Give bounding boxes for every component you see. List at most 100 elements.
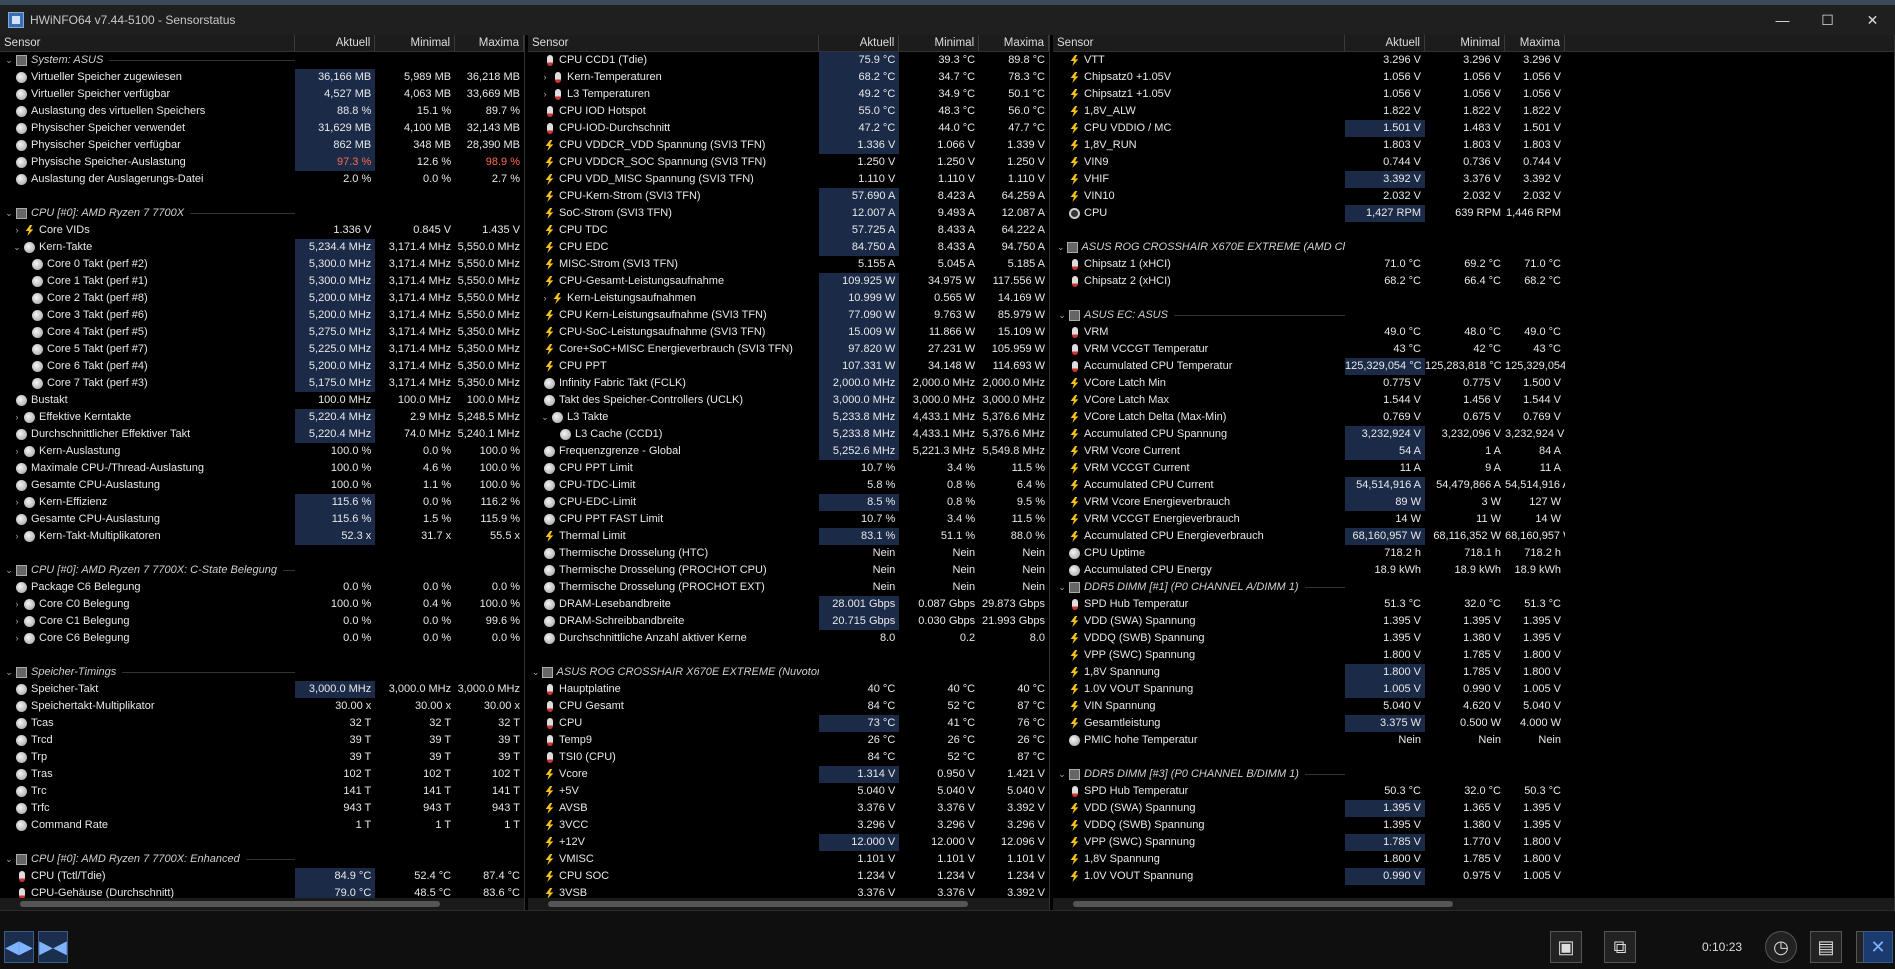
- sensor-row[interactable]: VMISC 1.101 V 1.101 V 1.101 V: [528, 851, 1049, 868]
- sensor-row[interactable]: Infinity Fabric Takt (FCLK) 2,000.0 MHz 2,…: [528, 375, 1049, 392]
- sensor-row[interactable]: 1,8V_RUN 1.803 V 1.803 V 1.803 V: [1053, 137, 1894, 154]
- collapse-toggle[interactable]: ⌄: [1057, 239, 1065, 256]
- sensor-row[interactable]: Core 0 Takt (perf #2) 5,300.0 MHz 3,171.4 …: [0, 256, 524, 273]
- column-sensor[interactable]: Sensor: [0, 35, 296, 51]
- close-icon[interactable]: ✕: [1863, 931, 1893, 963]
- sensor-row[interactable]: Durchschnittliche Anzahl aktiver Kerne 8.…: [528, 630, 1049, 647]
- sensor-group[interactable]: ⌄ ASUS ROG CROSSHAIR X670E EXTREME (AMD C…: [1053, 239, 1894, 256]
- column-max[interactable]: Maxima: [455, 35, 524, 51]
- sensor-row[interactable]: › Kern-Takt-Multiplikatoren 52.3 x 31.7 x 55…: [0, 528, 524, 545]
- expand-toggle[interactable]: ⌄: [12, 239, 22, 256]
- sensor-row[interactable]: Accumulated CPU Spannung 3,232,924 V 3,232…: [1053, 426, 1894, 443]
- sensor-row[interactable]: PMIC hohe Temperatur Nein Nein Nein: [1053, 732, 1894, 749]
- sensor-pane-3[interactable]: Sensor Aktuell Minimal Maxima VTT 3.296 V…: [1053, 35, 1895, 910]
- sensor-row[interactable]: CPU-Kern-Strom (SVI3 TFN) 57.690 A 8.423 A…: [528, 188, 1049, 205]
- expand-toggle[interactable]: ›: [12, 596, 22, 613]
- sensor-row[interactable]: VCore Latch Min 0.775 V 0.775 V 1.500 V: [1053, 375, 1894, 392]
- sensor-group[interactable]: ⌄ System: ASUS: [0, 52, 524, 69]
- sensor-row[interactable]: AVSB 3.376 V 3.376 V 3.392 V: [528, 800, 1049, 817]
- column-sensor[interactable]: Sensor: [1053, 35, 1345, 51]
- sensor-row[interactable]: VIN Spannung 5.040 V 4.620 V 5.040 V: [1053, 698, 1894, 715]
- column-current[interactable]: Aktuell: [295, 35, 376, 51]
- sensor-row[interactable]: › Core C1 Belegung 0.0 % 0.0 % 99.6 %: [0, 613, 524, 630]
- sensor-row[interactable]: Thermal Limit 83.1 % 51.1 % 88.0 %: [528, 528, 1049, 545]
- sensor-row[interactable]: VPP (SWC) Spannung 1.800 V 1.785 V 1.800 V: [1053, 647, 1894, 664]
- collapse-toggle[interactable]: ⌄: [4, 562, 14, 579]
- expand-toggle[interactable]: ›: [12, 409, 22, 426]
- sensor-row[interactable]: VTT 3.296 V 3.296 V 3.296 V: [1053, 52, 1894, 69]
- sensor-row[interactable]: VIN9 0.744 V 0.736 V 0.744 V: [1053, 154, 1894, 171]
- sensor-row[interactable]: 1.0V VOUT Spannung 0.990 V 0.975 V 1.005 V: [1053, 868, 1894, 885]
- sensor-row[interactable]: Auslastung der Auslagerungs-Datei 2.0 % 0.…: [0, 171, 524, 188]
- sensor-row[interactable]: VHIF 3.392 V 3.376 V 3.392 V: [1053, 171, 1894, 188]
- sensor-group[interactable]: ⌄ DDR5 DIMM [#1] (P0 CHANNEL A/DIMM 1): [1053, 579, 1894, 596]
- expand-toggle[interactable]: ›: [540, 69, 550, 86]
- sensor-row[interactable]: VDDQ (SWB) Spannung 1.395 V 1.380 V 1.395 V: [1053, 630, 1894, 647]
- sensor-row[interactable]: VDD (SWA) Spannung 1.395 V 1.365 V 1.395 V: [1053, 800, 1894, 817]
- sensor-row[interactable]: ⌄ L3 Takte 5,233.8 MHz 4,433.1 MHz 5,376.6 M…: [528, 409, 1049, 426]
- sensor-row[interactable]: Gesamte CPU-Auslastung 100.0 % 1.1 % 100.0 …: [0, 477, 524, 494]
- sensor-group[interactable]: ⌄ CPU [#0]: AMD Ryzen 7 7700X: Enhanced: [0, 851, 524, 868]
- sensor-row[interactable]: CPU EDC 84.750 A 8.433 A 94.750 A: [528, 239, 1049, 256]
- sensor-row[interactable]: CPU VDD_MISC Spannung (SVI3 TFN) 1.110 V 1…: [528, 171, 1049, 188]
- expand-toggle[interactable]: ›: [12, 494, 22, 511]
- sensor-row[interactable]: Takt des Speicher-Controllers (UCLK) 3,00…: [528, 392, 1049, 409]
- sensor-row[interactable]: Virtueller Speicher zugewiesen 36,166 MB 5…: [0, 69, 524, 86]
- sensor-row[interactable]: CPU PPT 107.331 W 34.148 W 114.693 W: [528, 358, 1049, 375]
- sensor-row[interactable]: Temp9 26 °C 26 °C 26 °C: [528, 732, 1049, 749]
- sensor-row[interactable]: VRM Vcore Current 54 A 1 A 84 A: [1053, 443, 1894, 460]
- sensor-row[interactable]: CPU PPT Limit 10.7 % 3.4 % 11.5 %: [528, 460, 1049, 477]
- report-icon[interactable]: ▤: [1810, 931, 1842, 963]
- expand-toggle[interactable]: ›: [12, 613, 22, 630]
- sensor-row[interactable]: Command Rate 1 T 1 T 1 T: [0, 817, 524, 834]
- sensor-row[interactable]: Core 6 Takt (perf #4) 5,200.0 MHz 3,171.4 …: [0, 358, 524, 375]
- sensor-row[interactable]: VRM Vcore Energieverbrauch 89 W 3 W 127 W: [1053, 494, 1894, 511]
- sensor-pane-1[interactable]: Sensor Aktuell Minimal Maxima ⌄ System: A…: [0, 35, 525, 910]
- sensor-row[interactable]: DRAM-Schreibbandbreite 20.715 Gbps 0.030 G…: [528, 613, 1049, 630]
- column-current[interactable]: Aktuell: [819, 35, 900, 51]
- sensor-row[interactable]: Frequenzgrenze - Global 5,252.6 MHz 5,221.…: [528, 443, 1049, 460]
- sensor-row[interactable]: Chipsatz0 +1.05V 1.056 V 1.056 V 1.056 V: [1053, 69, 1894, 86]
- sensor-row[interactable]: Accumulated CPU Temperatur 125,329,054 °C…: [1053, 358, 1894, 375]
- expand-toggle[interactable]: ⌄: [540, 409, 550, 426]
- sensor-row[interactable]: CPU VDDCR_SOC Spannung (SVI3 TFN) 1.250 V…: [528, 154, 1049, 171]
- sensor-row[interactable]: Vcore 1.314 V 0.950 V 1.421 V: [528, 766, 1049, 783]
- column-min[interactable]: Minimal: [899, 35, 980, 51]
- sensor-row[interactable]: SPD Hub Temperatur 50.3 °C 32.0 °C 50.3 °C: [1053, 783, 1894, 800]
- sensor-row[interactable]: 3VCC 3.296 V 3.296 V 3.296 V: [528, 817, 1049, 834]
- sensor-row[interactable]: CPU 73 °C 41 °C 76 °C: [528, 715, 1049, 732]
- sensor-row[interactable]: Speichertakt-Multiplikator 30.00 x 30.00 x…: [0, 698, 524, 715]
- sensor-row[interactable]: Core 1 Takt (perf #1) 5,300.0 MHz 3,171.4 …: [0, 273, 524, 290]
- clock-icon[interactable]: ◷: [1765, 931, 1797, 963]
- expand-toggle[interactable]: ›: [12, 630, 22, 647]
- sensor-row[interactable]: CPU Gesamt 84 °C 52 °C 87 °C: [528, 698, 1049, 715]
- sensor-row[interactable]: VRM VCCGT Temperatur 43 °C 42 °C 43 °C: [1053, 341, 1894, 358]
- expand-toggle[interactable]: ›: [12, 528, 22, 545]
- sensor-row[interactable]: › L3 Temperaturen 49.2 °C 34.9 °C 50.1 °C: [528, 86, 1049, 103]
- sensor-row[interactable]: VRM 49.0 °C 48.0 °C 49.0 °C: [1053, 324, 1894, 341]
- sensor-group[interactable]: ⌄ CPU [#0]: AMD Ryzen 7 7700X: C-State Be…: [0, 562, 524, 579]
- sensor-row[interactable]: Chipsatz1 +1.05V 1.056 V 1.056 V 1.056 V: [1053, 86, 1894, 103]
- sensor-row[interactable]: ⌄ Kern-Takte 5,234.4 MHz 3,171.4 MHz 5,550.0…: [0, 239, 524, 256]
- sensor-group[interactable]: ⌄ ASUS ROG CROSSHAIR X670E EXTREME (Nuvot…: [528, 664, 1049, 681]
- column-min[interactable]: Minimal: [375, 35, 456, 51]
- nav-back-button[interactable]: ◀▶: [4, 931, 34, 963]
- sensor-row[interactable]: CPU-IOD-Durchschnitt 47.2 °C 44.0 °C 47.7 °…: [528, 120, 1049, 137]
- sensor-row[interactable]: Thermische Drosselung (PROCHOT EXT) Nein N…: [528, 579, 1049, 596]
- sensor-row[interactable]: Thermische Drosselung (HTC) Nein Nein Nein: [528, 545, 1049, 562]
- sensor-row[interactable]: Trcd 39 T 39 T 39 T: [0, 732, 524, 749]
- column-current[interactable]: Aktuell: [1345, 35, 1425, 51]
- collapse-toggle[interactable]: ⌄: [4, 52, 14, 69]
- sensor-row[interactable]: Bustakt 100.0 MHz 100.0 MHz 100.0 MHz: [0, 392, 524, 409]
- sensor-row[interactable]: Accumulated CPU Energy 18.9 kWh 18.9 kWh 18…: [1053, 562, 1894, 579]
- close-button[interactable]: ✕: [1850, 5, 1895, 35]
- sensor-row[interactable]: CPU-TDC-Limit 5.8 % 0.8 % 6.4 %: [528, 477, 1049, 494]
- sensor-group[interactable]: ⌄ ASUS EC: ASUS: [1053, 307, 1894, 324]
- collapse-toggle[interactable]: ⌄: [1057, 307, 1067, 324]
- sensor-row[interactable]: Core 3 Takt (perf #6) 5,200.0 MHz 3,171.4 …: [0, 307, 524, 324]
- sensor-row[interactable]: Gesamtleistung 3.375 W 0.500 W 4.000 W: [1053, 715, 1894, 732]
- sensor-row[interactable]: L3 Cache (CCD1) 5,233.8 MHz 4,433.1 MHz 5,3…: [528, 426, 1049, 443]
- sensor-row[interactable]: Speicher-Takt 3,000.0 MHz 3,000.0 MHz 3,000…: [0, 681, 524, 698]
- sensor-row[interactable]: CPU IOD Hotspot 55.0 °C 48.3 °C 56.0 °C: [528, 103, 1049, 120]
- sensor-row[interactable]: › Core C6 Belegung 0.0 % 0.0 % 0.0 %: [0, 630, 524, 647]
